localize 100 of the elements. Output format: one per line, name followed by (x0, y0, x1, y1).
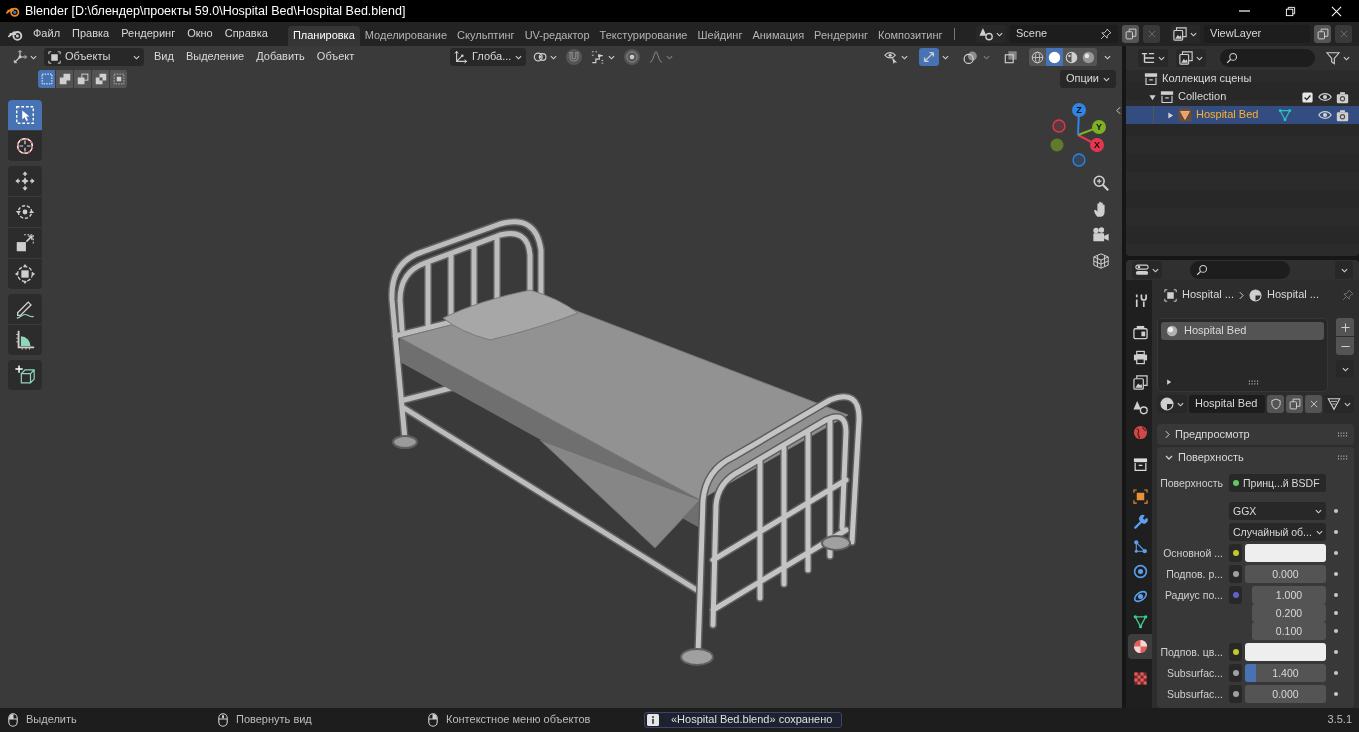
remove-button[interactable] (1143, 25, 1160, 43)
projection-button[interactable] (1090, 250, 1112, 272)
menu-item[interactable]: Вид (148, 50, 180, 64)
color-swatch[interactable] (1245, 544, 1326, 562)
socket-button[interactable] (1229, 544, 1242, 562)
panel-header[interactable]: Поверхность (1157, 447, 1354, 468)
outliner-row[interactable]: Hospital Bed (1126, 106, 1359, 124)
snap-toggle[interactable] (564, 48, 585, 66)
select-mode-button[interactable] (38, 70, 55, 88)
tool-button[interactable] (8, 131, 42, 161)
proportional-edit-toggle[interactable] (622, 48, 643, 66)
material-browse-dropdown[interactable] (1157, 395, 1187, 413)
number-field[interactable]: 0.200 (1252, 604, 1326, 622)
scene-dropdown[interactable] (976, 25, 1006, 43)
workspace-tab[interactable]: Композитинг (873, 26, 948, 46)
resize-grip-icon[interactable] (1248, 379, 1259, 385)
shading-button[interactable] (1046, 48, 1063, 66)
menu-item[interactable]: Справка (218, 25, 274, 43)
duplicate-button[interactable] (1286, 395, 1303, 413)
select-mode-button[interactable] (56, 70, 73, 88)
add-slot-button[interactable] (1336, 318, 1354, 336)
eye-icon[interactable] (1318, 90, 1332, 104)
select-mode-button[interactable] (74, 70, 91, 88)
shading-button[interactable] (1029, 48, 1046, 66)
menu-item[interactable]: Выделение (179, 50, 251, 64)
shading-button[interactable] (1063, 48, 1080, 66)
dropdown[interactable]: GGX (1229, 502, 1326, 520)
shading-button[interactable] (1080, 48, 1097, 66)
tool-button[interactable] (8, 197, 42, 227)
number-field[interactable]: 0.100 (1252, 622, 1326, 640)
workspace-tab[interactable]: Шейдинг (692, 26, 748, 46)
remove-slot-button[interactable] (1336, 337, 1354, 355)
unlink-button[interactable] (1305, 395, 1322, 413)
outliner-row[interactable]: Collection (1126, 88, 1359, 106)
pin-icon[interactable] (1342, 289, 1354, 301)
axis-handle[interactable]: Z (1072, 103, 1086, 117)
slider-field[interactable]: 1.400 (1245, 664, 1326, 682)
menu-item[interactable]: Окно (181, 25, 219, 43)
triangle-right-icon[interactable] (1166, 379, 1172, 385)
socket-button[interactable] (1229, 664, 1242, 682)
tool-button[interactable] (8, 259, 42, 289)
workspace-tab[interactable]: Текстурирование (594, 26, 693, 46)
keyframe-dot-icon[interactable] (1334, 572, 1338, 576)
menu-item[interactable]: Файл (27, 25, 67, 43)
keyframe-dot-icon[interactable] (1334, 593, 1338, 597)
keyframe-dot-icon[interactable] (1334, 530, 1338, 534)
view-layer-dropdown[interactable] (1170, 25, 1200, 43)
keyframe-dot-icon[interactable] (1334, 611, 1338, 615)
workspace-tab[interactable]: Скульптинг (452, 26, 520, 46)
menu-item[interactable]: Добавить (250, 50, 311, 64)
node-tree-dropdown[interactable] (1324, 395, 1354, 413)
tool-button[interactable] (8, 228, 42, 258)
camera-icon[interactable] (1336, 108, 1349, 122)
slot-menu-button[interactable] (1336, 360, 1354, 378)
socket-button[interactable] (1229, 685, 1242, 703)
select-mode-button[interactable] (92, 70, 109, 88)
view-layer-name-field[interactable]: ViewLayer (1204, 25, 1310, 43)
keyframe-dot-icon[interactable] (1334, 509, 1338, 513)
search-field[interactable] (1220, 49, 1315, 67)
workspace-tab[interactable]: Моделирование (359, 26, 453, 46)
color-swatch[interactable] (1245, 643, 1326, 661)
view-layer-dropdown[interactable] (1176, 49, 1206, 67)
properties-tab[interactable] (1128, 634, 1152, 659)
keyframe-dot-icon[interactable] (1334, 629, 1338, 633)
remove-button[interactable] (1335, 25, 1352, 43)
camera-icon[interactable] (1336, 90, 1349, 104)
keyframe-dot-icon[interactable] (1334, 692, 1338, 696)
keyframe-dot-icon[interactable] (1334, 671, 1338, 675)
axis-handle[interactable]: X (1090, 138, 1104, 152)
tool-button[interactable] (8, 360, 42, 390)
material-name-field[interactable]: Hospital Bed (1189, 395, 1265, 413)
number-field[interactable]: 1.000 (1252, 586, 1326, 604)
menu-item[interactable]: Рендеринг (115, 25, 182, 43)
panel-header[interactable]: Предпросмотр (1157, 424, 1354, 445)
tool-button[interactable] (8, 166, 42, 196)
display-mode-dropdown[interactable] (1138, 49, 1168, 67)
shader-field[interactable]: Принц...й BSDF (1229, 474, 1326, 492)
menu-item[interactable]: Правка (66, 25, 116, 43)
checkbox[interactable] (1301, 91, 1313, 103)
triangle-down-icon[interactable] (1148, 93, 1156, 101)
mode-dropdown[interactable]: Объекты (44, 48, 144, 66)
duplicate-button[interactable] (1122, 25, 1139, 43)
workspace-tab[interactable]: Планировка (287, 26, 360, 46)
options-dropdown[interactable] (1335, 261, 1353, 279)
menu-item[interactable]: Объект (310, 50, 361, 64)
keyframe-dot-icon[interactable] (1334, 551, 1338, 555)
tool-button[interactable] (8, 294, 42, 324)
sidebar-toggle[interactable] (1116, 106, 1121, 115)
select-mode-button[interactable] (110, 70, 127, 88)
tool-button[interactable] (8, 100, 42, 130)
workspace-tab[interactable]: Анимация (747, 26, 810, 46)
duplicate-button[interactable] (1314, 25, 1331, 43)
orientation-dropdown[interactable]: Глоба... (450, 48, 527, 66)
outliner-row[interactable]: Коллекция сцены (1126, 70, 1359, 88)
triangle-right-icon[interactable] (1166, 111, 1174, 119)
axis-handle[interactable]: Y (1092, 120, 1106, 134)
socket-button[interactable] (1229, 643, 1242, 661)
keyframe-dot-icon[interactable] (1334, 650, 1338, 654)
gizmo-toggle[interactable] (919, 48, 939, 66)
number-field[interactable]: 0.000 (1245, 565, 1326, 583)
